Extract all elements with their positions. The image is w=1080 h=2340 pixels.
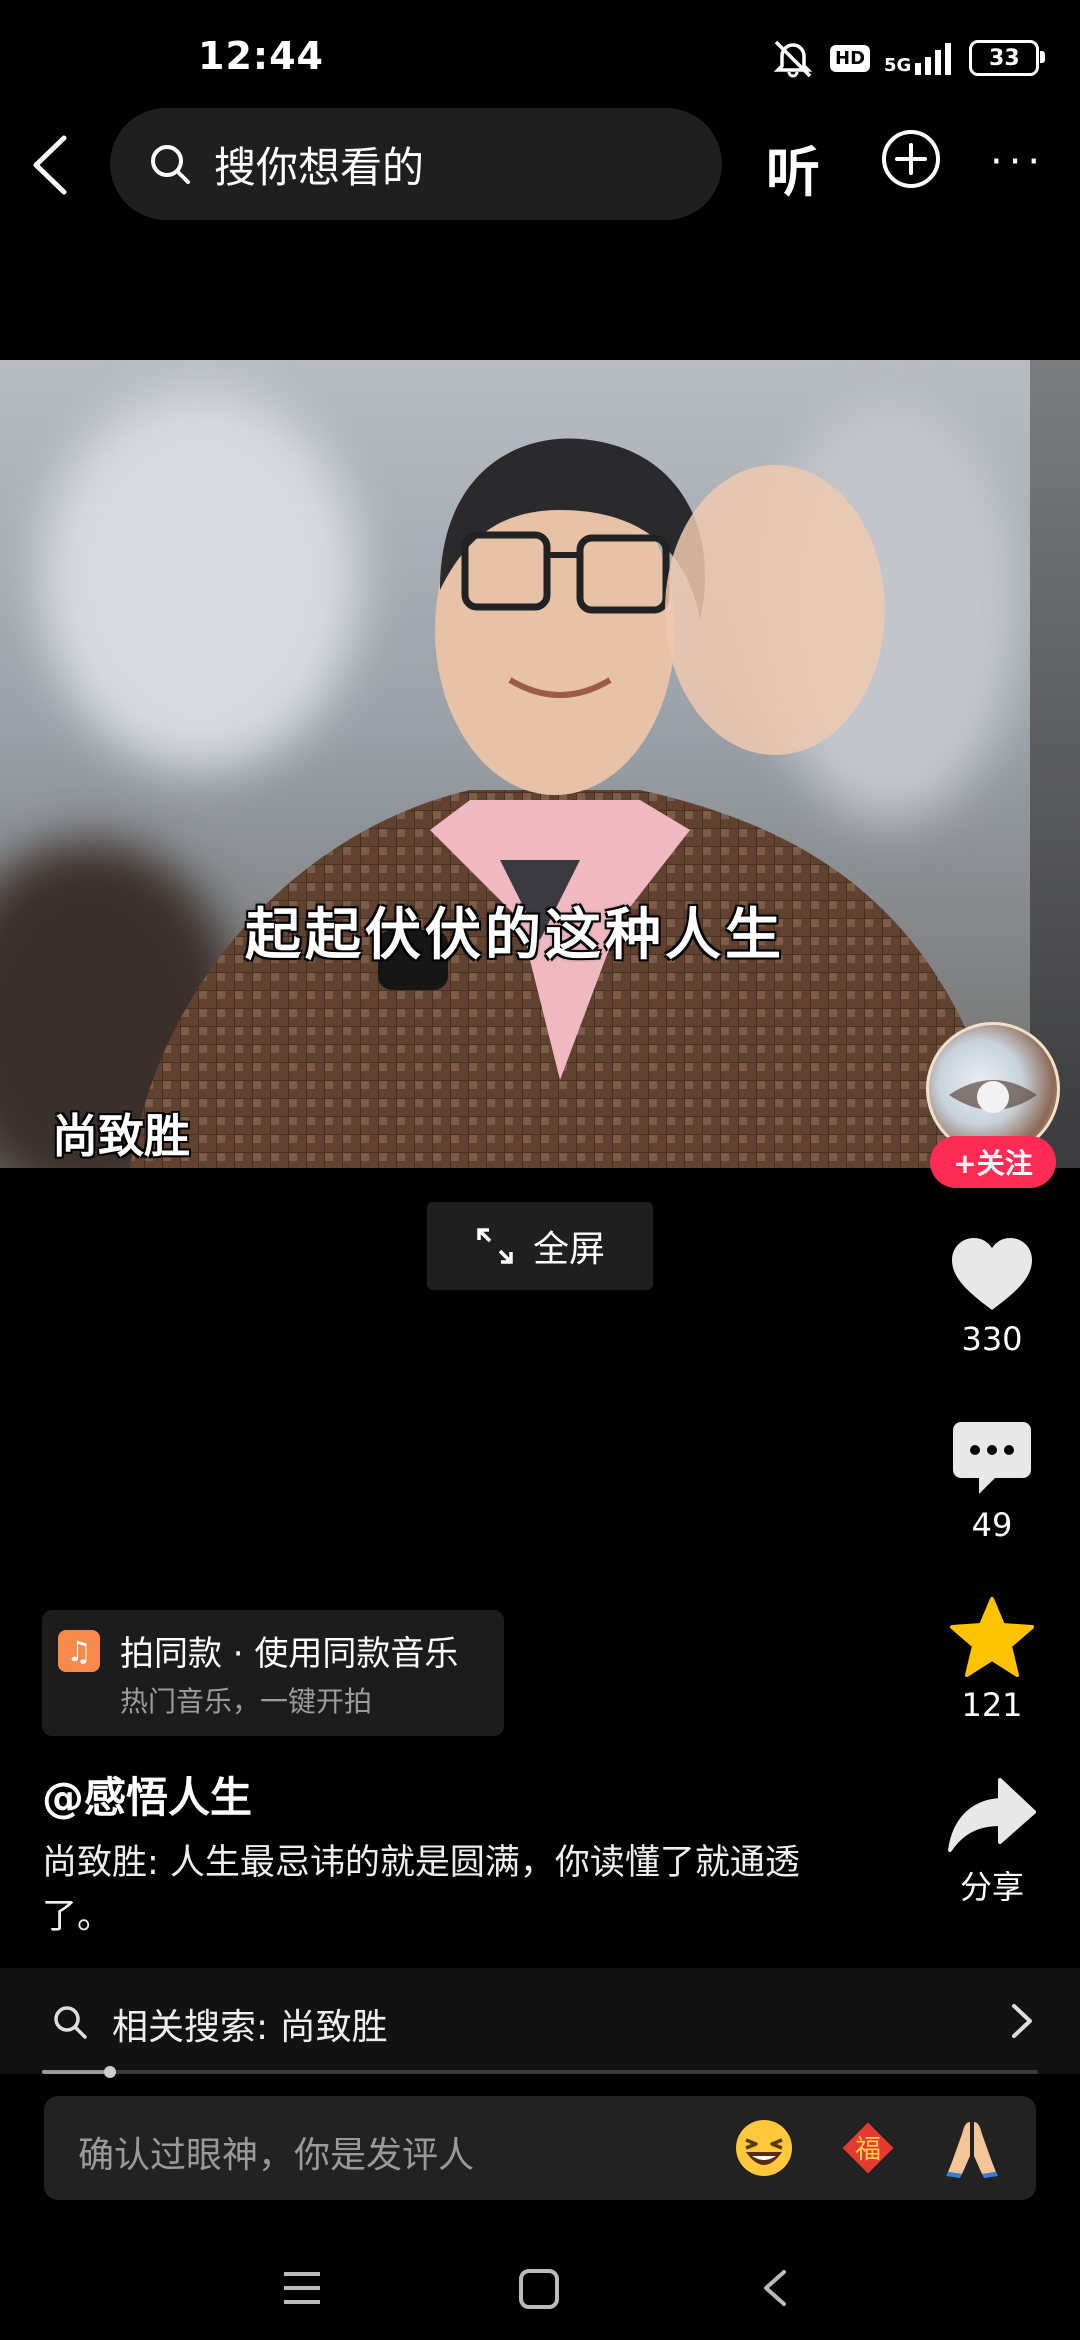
search-icon <box>151 145 190 184</box>
search-icon <box>54 2006 87 2039</box>
network-label: 5G <box>884 55 912 76</box>
listen-button[interactable]: 听 <box>766 128 820 207</box>
video-name-overlay: 尚致胜 <box>52 1109 190 1163</box>
related-search-bar[interactable]: 相关搜索: 尚致胜 <box>0 1968 1080 2074</box>
search-placeholder: 搜你想看的 <box>214 142 425 192</box>
home-icon[interactable] <box>518 2268 560 2310</box>
related-search-label: 相关搜索: 尚致胜 <box>112 2007 388 2048</box>
author-name[interactable]: @感悟人生 <box>42 1764 252 1825</box>
search-bar[interactable]: 搜你想看的 <box>110 108 722 220</box>
fullscreen-label: 全屏 <box>532 1229 605 1270</box>
hd-badge: HD <box>830 44 871 72</box>
pray-emoji-icon[interactable] <box>940 2116 1004 2180</box>
music-subtitle: 热门音乐，一键开拍 <box>120 1685 373 1718</box>
mute-bell-icon <box>773 40 813 78</box>
back-nav-icon[interactable] <box>762 2268 788 2308</box>
heart-icon <box>952 1238 1032 1310</box>
more-icon[interactable]: ··· <box>990 142 1046 182</box>
progress-knob[interactable] <box>103 2066 116 2078</box>
share-icon <box>948 1778 1036 1852</box>
laugh-emoji-icon[interactable] <box>732 2116 796 2180</box>
fu-emoji-icon[interactable]: 福 <box>836 2116 900 2180</box>
recent-apps-icon[interactable] <box>282 2270 322 2306</box>
music-card[interactable]: ♫ 拍同款 · 使用同款音乐 热门音乐，一键开拍 <box>42 1610 504 1736</box>
like-button[interactable]: 330 <box>930 1236 1054 1358</box>
battery-level: 33 <box>989 45 1020 71</box>
system-navigation-bar <box>0 2230 1080 2340</box>
battery-indicator: 33 <box>969 40 1046 76</box>
favorite-button[interactable]: 121 <box>930 1596 1054 1724</box>
video-person-image <box>130 438 1010 1168</box>
share-button[interactable]: 分享 <box>930 1776 1054 1908</box>
like-count: 330 <box>961 1320 1023 1358</box>
status-time: 12:44 <box>198 34 324 78</box>
video-progress-bar[interactable] <box>42 2066 1038 2078</box>
chevron-right-icon <box>1012 2004 1032 2038</box>
video-description: 尚致胜: 人生最忌讳的就是圆满，你读懂了就通透了。 <box>42 1843 800 1937</box>
add-circle-icon[interactable] <box>880 128 942 190</box>
music-title: 拍同款 · 使用同款音乐 <box>120 1634 459 1674</box>
back-button[interactable] <box>26 130 74 200</box>
signal-icon <box>915 43 952 75</box>
video-player[interactable]: 起起伏伏的这种人生 尚致胜 <box>0 360 1030 1168</box>
video-caption: 起起伏伏的这种人生 <box>245 903 785 968</box>
follow-button[interactable]: +关注 <box>930 1136 1056 1188</box>
comment-count: 49 <box>971 1506 1013 1544</box>
status-icons: HD 5G 33 <box>770 36 1046 80</box>
expand-icon <box>477 1228 513 1264</box>
comment-placeholder: 确认过眼神，你是发评人 <box>78 2135 475 2176</box>
favorite-count: 121 <box>961 1686 1023 1724</box>
comment-input[interactable]: 确认过眼神，你是发评人 福 <box>44 2096 1036 2200</box>
avatar-image <box>949 1080 1037 1113</box>
comment-button[interactable]: 49 <box>930 1418 1054 1544</box>
back-arrow-icon <box>33 135 67 195</box>
star-icon <box>950 1597 1034 1677</box>
fullscreen-button[interactable]: 全屏 <box>427 1202 653 1290</box>
comment-icon <box>953 1422 1031 1494</box>
progress-fill <box>42 2070 110 2074</box>
share-label: 分享 <box>959 1868 1024 1906</box>
music-note-icon: ♫ <box>58 1630 100 1672</box>
svg-text:福: 福 <box>855 2135 881 2165</box>
